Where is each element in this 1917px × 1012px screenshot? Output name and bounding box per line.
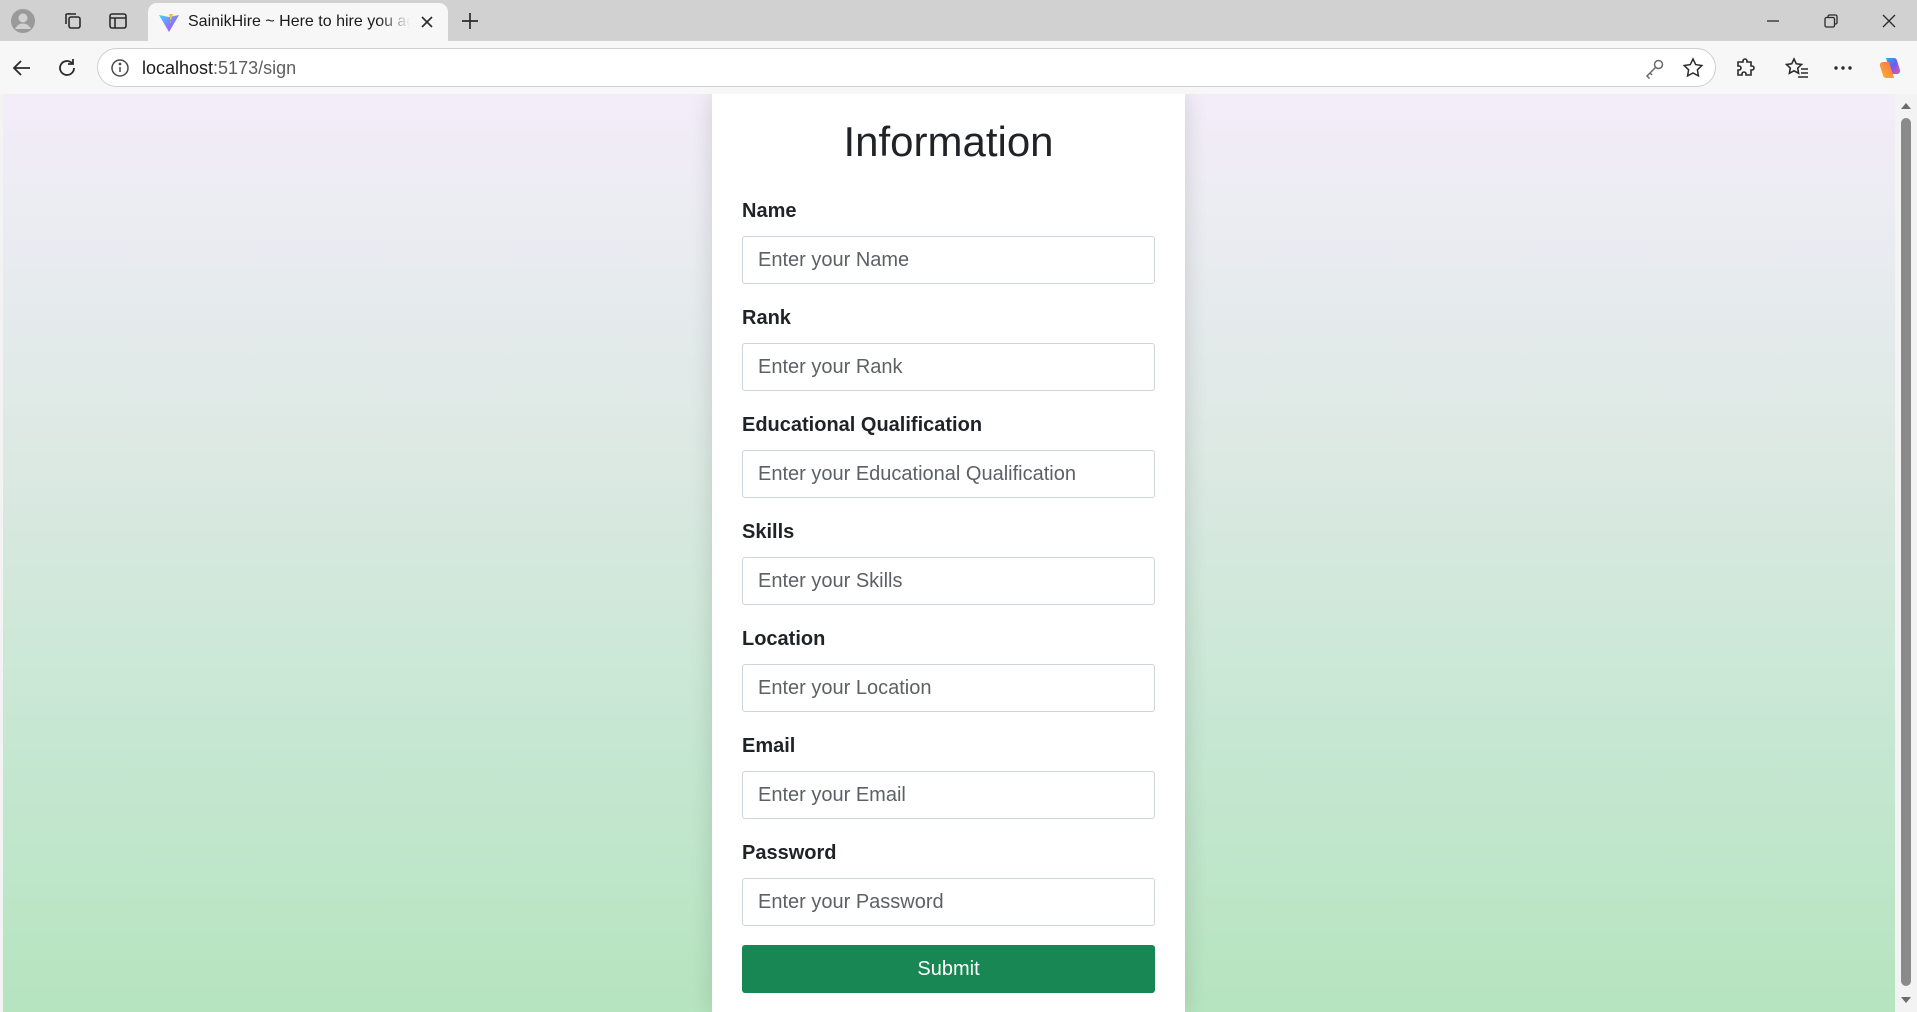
- profile-icon[interactable]: [6, 6, 40, 36]
- active-tab[interactable]: SainikHire ~ Here to hire you again: [148, 3, 448, 41]
- name-label: Name: [742, 200, 797, 222]
- extensions-icon: [1737, 58, 1755, 76]
- url-text[interactable]: localhost:5173/sign: [142, 58, 296, 79]
- more-button[interactable]: [1825, 50, 1861, 86]
- location-input[interactable]: [742, 664, 1155, 712]
- info-icon[interactable]: [110, 58, 130, 78]
- plus-icon: [462, 13, 478, 29]
- scrollbar-thumb[interactable]: [1901, 118, 1911, 986]
- page-viewport: Information Name Rank Educational Qualif…: [3, 94, 1895, 1012]
- restore-button[interactable]: [1802, 0, 1860, 41]
- close-tab-icon[interactable]: [416, 11, 438, 33]
- copilot-button[interactable]: [1872, 50, 1908, 86]
- back-arrow-icon: [12, 60, 30, 76]
- vertical-tabs-icon[interactable]: [101, 6, 135, 36]
- close-window-button[interactable]: [1860, 0, 1917, 41]
- scroll-up-icon[interactable]: [1900, 100, 1912, 112]
- email-label: Email: [742, 735, 796, 757]
- form-title: Information: [843, 118, 1054, 165]
- refresh-button[interactable]: [49, 50, 85, 86]
- key-icon[interactable]: [1644, 57, 1666, 79]
- password-input[interactable]: [742, 878, 1155, 926]
- new-tab-button[interactable]: [455, 6, 485, 36]
- extensions-button[interactable]: [1728, 50, 1764, 86]
- minimize-button[interactable]: [1744, 0, 1802, 41]
- password-label: Password: [742, 842, 837, 864]
- vite-logo-icon: [159, 14, 179, 32]
- browser-toolbar: localhost:5173/sign: [0, 41, 1917, 94]
- copilot-icon: [1879, 58, 1901, 78]
- scroll-down-icon[interactable]: [1900, 994, 1912, 1006]
- minimize-icon: [1767, 19, 1779, 22]
- more-icon: [1834, 66, 1852, 70]
- address-bar[interactable]: localhost:5173/sign: [97, 48, 1716, 87]
- star-icon[interactable]: [1681, 56, 1705, 80]
- restore-icon: [1824, 13, 1838, 28]
- skills-label: Skills: [742, 521, 795, 543]
- vertical-scrollbar[interactable]: [1895, 94, 1917, 1012]
- education-label: Educational Qualification: [742, 414, 983, 436]
- submit-button[interactable]: Submit: [742, 945, 1155, 993]
- tab-strip: SainikHire ~ Here to hire you again: [0, 0, 1917, 41]
- refresh-icon: [59, 59, 75, 76]
- back-button[interactable]: [4, 50, 40, 86]
- url-path: :5173/sign: [213, 58, 297, 78]
- favorites-button[interactable]: [1779, 50, 1815, 86]
- rank-input[interactable]: [742, 343, 1155, 391]
- url-host: localhost: [142, 58, 214, 78]
- workspaces-icon[interactable]: [56, 6, 90, 36]
- email-input[interactable]: [742, 771, 1155, 819]
- name-input[interactable]: [742, 236, 1155, 284]
- information-form: Information Name Rank Educational Qualif…: [712, 94, 1185, 1012]
- education-input[interactable]: [742, 450, 1155, 498]
- skills-input[interactable]: [742, 557, 1155, 605]
- close-icon: [1882, 14, 1896, 27]
- rank-label: Rank: [742, 307, 791, 329]
- tab-title: SainikHire ~ Here to hire you again: [188, 13, 410, 30]
- location-label: Location: [742, 628, 826, 650]
- favorites-icon: [1785, 57, 1808, 78]
